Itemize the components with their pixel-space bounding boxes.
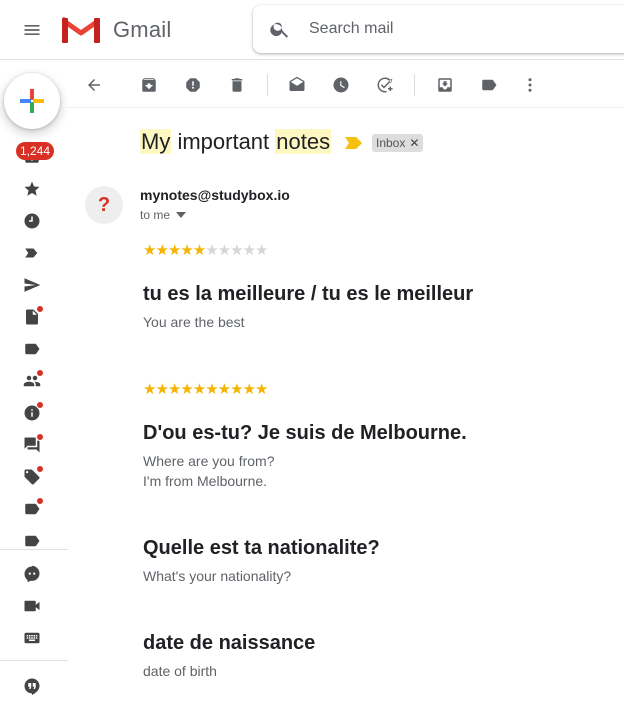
label-chip-text: Inbox <box>376 136 406 150</box>
note-heading: date de naissance <box>143 632 316 654</box>
subject-highlight: My <box>140 129 172 154</box>
archive-button[interactable] <box>133 69 165 101</box>
notification-dot <box>36 369 44 377</box>
back-button[interactable] <box>78 69 110 101</box>
brand-name[interactable]: Gmail <box>113 17 171 43</box>
rail-updates[interactable] <box>16 397 48 429</box>
clock-icon <box>24 213 40 229</box>
avatar-glyph: ? <box>97 193 111 216</box>
sender-address[interactable]: mynotes@studybox.io <box>140 187 290 203</box>
video-camera-icon <box>24 600 40 612</box>
important-icon <box>25 248 38 258</box>
notification-dot <box>36 305 44 313</box>
recipient-details[interactable]: to me <box>140 208 187 222</box>
rail-meet-keyboard[interactable] <box>16 622 48 654</box>
gmail-logo-icon[interactable] <box>62 15 100 43</box>
star-rating: ★★★★★★★★★★ <box>143 380 268 398</box>
quote-bubble-icon <box>24 678 40 695</box>
add-to-tasks-button[interactable] <box>369 69 401 101</box>
labels-button[interactable] <box>473 69 505 101</box>
send-icon <box>24 278 41 292</box>
archive-icon <box>142 78 156 92</box>
mail-open-icon <box>289 76 305 91</box>
notification-dot <box>36 401 44 409</box>
star-icon <box>24 181 40 196</box>
stars-filled: ★★★★★★★★★★ <box>143 381 268 398</box>
trash-icon <box>231 78 243 92</box>
rail-forums[interactable] <box>16 429 48 461</box>
importance-marker-icon[interactable] <box>345 137 362 149</box>
arrow-back-icon <box>88 79 100 91</box>
note-translation: Where are you from? <box>143 453 275 469</box>
stars-filled: ★★★★★ <box>143 242 206 259</box>
rail-divider <box>0 549 68 550</box>
search-box[interactable]: Search mail <box>253 5 624 53</box>
subject-text: important <box>171 129 276 154</box>
rail-sent[interactable] <box>16 269 48 301</box>
inbox-label-chip: Inbox ✕ <box>372 134 424 152</box>
email-subject: My important notes <box>140 129 332 155</box>
mark-unread-button[interactable] <box>281 69 313 101</box>
search-icon[interactable] <box>269 18 291 40</box>
report-spam-button[interactable] <box>177 69 209 101</box>
rail-label-2[interactable] <box>16 493 48 525</box>
note-heading: D'ou es-tu? Je suis de Melbourne. <box>143 422 467 444</box>
star-rating: ★★★★★★★★★★ <box>143 241 269 259</box>
rail-label-3[interactable] <box>16 525 48 557</box>
delete-button[interactable] <box>221 69 253 101</box>
more-options-button[interactable] <box>514 69 546 101</box>
clock-icon <box>333 77 349 93</box>
more-vert-icon <box>528 78 532 92</box>
label-icon <box>25 343 40 355</box>
recipient-label: to me <box>140 208 171 222</box>
subject-highlight: notes <box>275 129 332 154</box>
hamburger-icon <box>24 25 40 35</box>
note-heading: tu es la meilleure / tu es le meilleur <box>143 283 474 305</box>
report-icon <box>186 78 200 92</box>
notification-dot <box>36 433 44 441</box>
label-icon <box>482 79 497 91</box>
move-to-inbox-icon <box>438 78 452 92</box>
main-menu-button[interactable] <box>14 12 50 48</box>
unread-count-badge: 1,244 <box>16 142 55 160</box>
chat-bubble-icon <box>24 565 40 583</box>
rail-drafts[interactable] <box>16 301 48 333</box>
rail-snoozed[interactable] <box>16 205 48 237</box>
note-heading: Quelle est ta nationalite? <box>143 537 380 559</box>
compose-button[interactable] <box>4 73 60 129</box>
plus-icon <box>20 89 44 113</box>
rail-starred[interactable] <box>16 173 48 205</box>
note-translation: I'm from Melbourne. <box>143 473 268 489</box>
rail-promotions[interactable] <box>16 461 48 493</box>
toolbar-divider <box>414 74 415 96</box>
move-to-button[interactable] <box>429 69 461 101</box>
note-translation: date of birth <box>143 663 217 679</box>
note-translation: You are the best <box>143 314 245 330</box>
toolbar-divider-line <box>68 107 624 108</box>
notification-dot <box>36 465 44 473</box>
notification-dot <box>36 497 44 505</box>
rail-important[interactable] <box>16 237 48 269</box>
caret-down-icon[interactable] <box>176 212 187 218</box>
snooze-button[interactable] <box>325 69 357 101</box>
remove-label-icon[interactable]: ✕ <box>409 134 419 152</box>
toolbar-divider <box>267 74 268 96</box>
rail-hangouts[interactable] <box>16 670 48 701</box>
rail-chat[interactable] <box>16 558 48 590</box>
label-icon <box>25 535 40 547</box>
stars-empty: ★★★★★ <box>205 242 268 259</box>
rail-meet-video[interactable] <box>16 590 48 622</box>
top-bar: Gmail Search mail <box>0 0 624 60</box>
keyboard-icon <box>24 632 40 644</box>
sender-avatar: ? <box>85 186 123 224</box>
rail-label-1[interactable] <box>16 333 48 365</box>
rail-social[interactable] <box>16 365 48 397</box>
add-task-icon <box>377 77 393 93</box>
rail-divider <box>0 660 68 661</box>
search-input[interactable]: Search mail <box>309 20 393 38</box>
note-translation: What's your nationality? <box>143 568 292 584</box>
